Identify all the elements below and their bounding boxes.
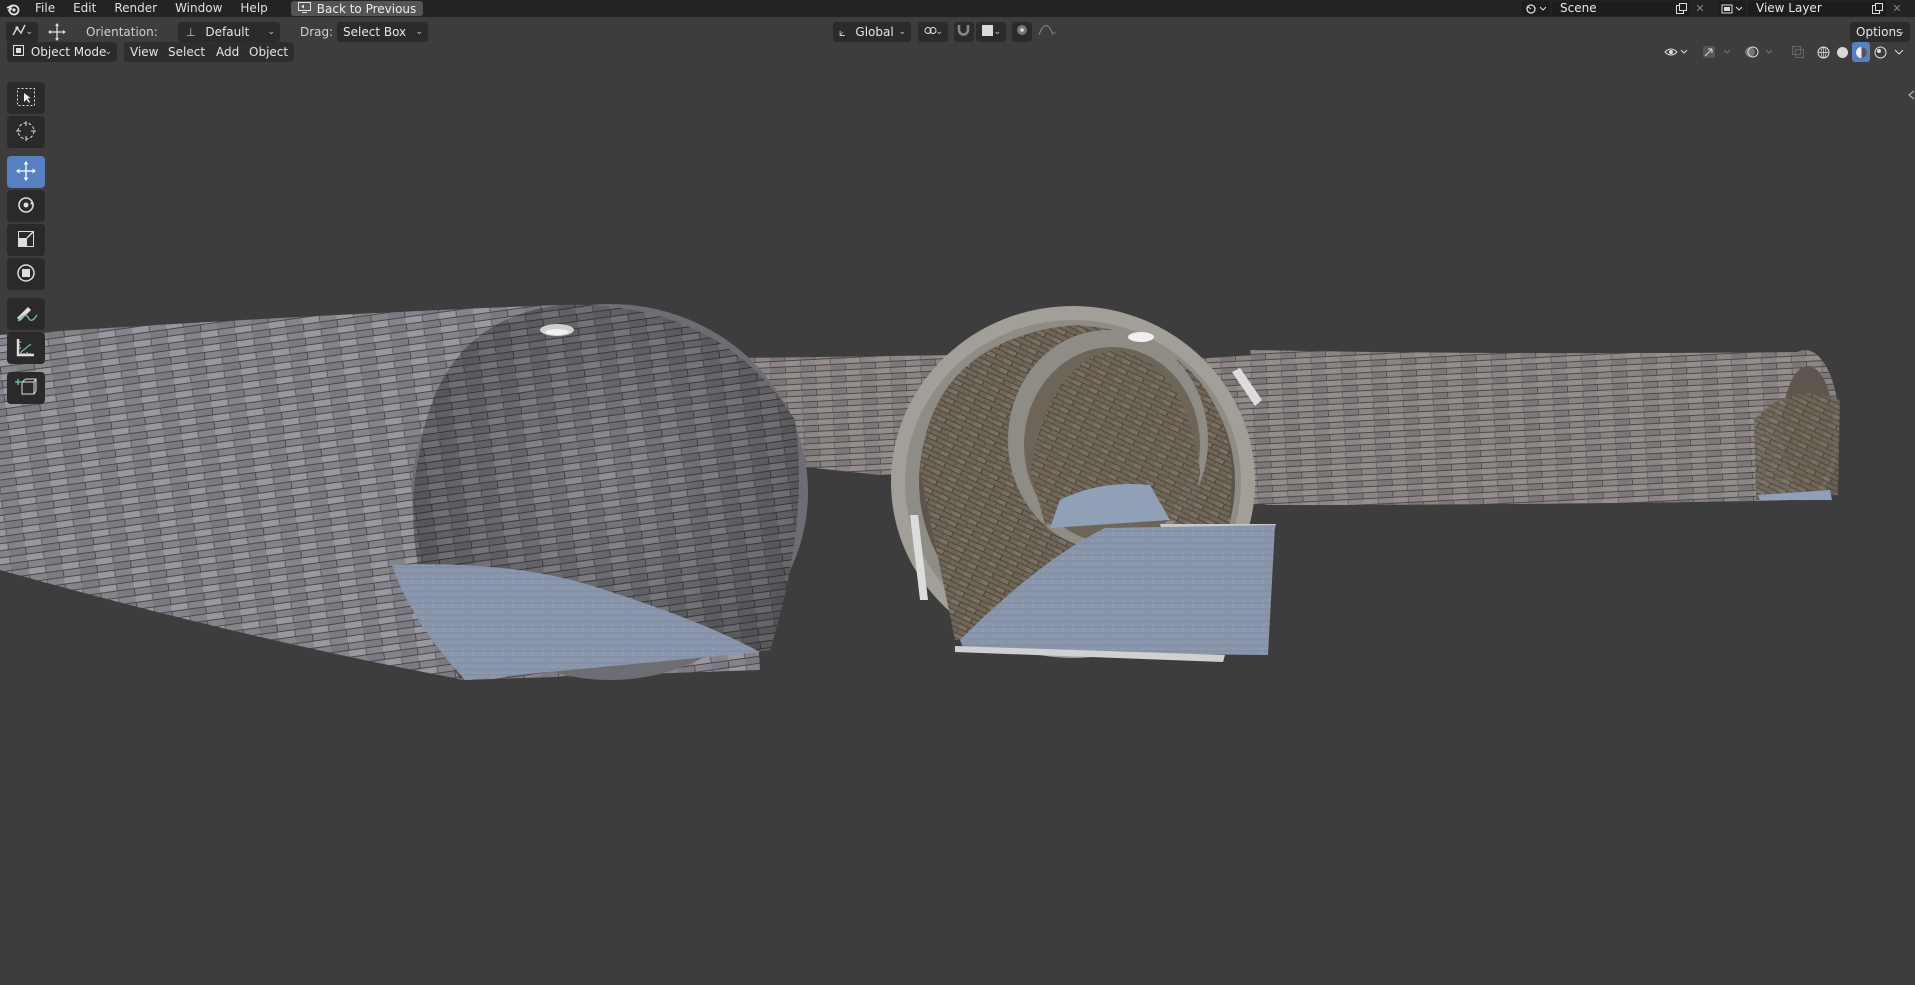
gizmo-icon[interactable] [1700, 42, 1736, 62]
global-axes-icon: ⟀ [839, 26, 846, 39]
select-box-icon [16, 87, 36, 110]
menu-window[interactable]: Window [166, 0, 231, 17]
tool-move[interactable] [7, 156, 45, 188]
drag-label: Drag: [300, 25, 334, 39]
measure-icon [15, 336, 37, 361]
select-menu[interactable]: Select [162, 42, 212, 62]
tool-add-cube[interactable] [7, 372, 45, 404]
sidebar-toggle-icon[interactable] [1906, 88, 1915, 102]
editor-type-dropdown[interactable]: ⌄ [6, 22, 38, 42]
scene-browse-icon[interactable] [1522, 1, 1550, 16]
object-mode-icon [13, 45, 24, 59]
scale-icon [15, 228, 37, 253]
shading-options-chevron-icon[interactable] [1891, 42, 1907, 62]
menu-edit[interactable]: Edit [64, 0, 105, 17]
view3d-icon [12, 24, 26, 39]
move-tool-icon[interactable] [46, 22, 68, 42]
annotate-icon [14, 303, 38, 326]
orientation-axes-icon: ⊥ [186, 26, 196, 39]
orientation-value: Default [205, 25, 250, 39]
proportional-editing-icon [1016, 25, 1028, 39]
tool-rotate[interactable] [7, 190, 45, 222]
menu-render[interactable]: Render [105, 0, 166, 17]
move-icon [15, 160, 37, 185]
drag-value: Select Box [343, 25, 407, 39]
proportional-falloff-dropdown[interactable]: ⌄ [1033, 22, 1063, 42]
drag-dropdown[interactable]: Select Box ⌄ [337, 22, 428, 42]
blender-logo-icon[interactable] [0, 0, 26, 17]
transform-orientation-value: Global [855, 25, 894, 39]
viewport-headers: ⌄ Orientation: ⊥ Default ⌄ Drag: Select … [0, 17, 1915, 71]
tunnel-right-body [1250, 350, 1812, 505]
scene-close-icon[interactable]: ✕ [1691, 1, 1709, 16]
view-layer-close-icon[interactable]: ✕ [1888, 1, 1906, 16]
wireframe-shading-icon[interactable] [1814, 42, 1832, 62]
view-layer-duplicate-icon[interactable] [1868, 1, 1886, 16]
tool-cursor[interactable] [7, 116, 45, 148]
tool-measure[interactable] [7, 332, 45, 364]
pivot-point-dropdown[interactable]: ⌄ [918, 22, 948, 42]
menu-help[interactable]: Help [231, 0, 276, 17]
material-preview-shading-icon[interactable] [1852, 42, 1870, 62]
transform-icon [15, 262, 37, 287]
snap-increment-icon [982, 25, 993, 39]
view-layer-browse-icon[interactable] [1718, 1, 1746, 16]
proportional-editing-toggle[interactable] [1012, 22, 1032, 42]
snap-target-dropdown[interactable]: ⌄ [976, 22, 1006, 42]
scene-duplicate-icon[interactable] [1672, 1, 1690, 16]
xray-toggle-icon[interactable] [1788, 42, 1808, 62]
monitor-icon [297, 1, 311, 16]
cursor-icon [15, 120, 37, 145]
tool-select-box[interactable] [7, 82, 45, 114]
add-cube-icon [15, 376, 37, 401]
add-menu[interactable]: Add [210, 42, 246, 62]
view-menu[interactable]: View [124, 42, 165, 62]
mode-dropdown[interactable]: Object Mode ⌄ [7, 42, 117, 62]
rotate-icon [15, 194, 37, 219]
options-label: Options [1856, 25, 1903, 39]
tool-scale[interactable] [7, 224, 45, 256]
solid-shading-icon[interactable] [1833, 42, 1851, 62]
view-layer-name-field[interactable]: View Layer [1748, 1, 1868, 16]
back-to-previous-label: Back to Previous [316, 1, 417, 16]
overlays-icon[interactable] [1742, 42, 1778, 62]
menu-file[interactable]: File [26, 0, 64, 17]
orientation-label: Orientation: [86, 25, 158, 39]
mode-value: Object Mode [30, 45, 107, 59]
orientation-dropdown[interactable]: ⊥ Default ⌄ [178, 22, 280, 42]
object-menu[interactable]: Object [243, 42, 295, 62]
visibility-eye-icon[interactable] [1662, 42, 1690, 62]
transform-orientation-dropdown[interactable]: ⟀ Global ⌄ [833, 22, 911, 42]
magnet-icon [957, 25, 970, 39]
tool-annotate[interactable] [7, 298, 45, 330]
options-dropdown[interactable]: Options ⌄ [1850, 22, 1910, 42]
scene-name-field[interactable]: Scene [1552, 1, 1672, 16]
back-to-previous-button[interactable]: Back to Previous [290, 1, 424, 16]
snapping-toggle[interactable] [954, 22, 974, 42]
rendered-shading-icon[interactable] [1871, 42, 1889, 62]
3d-viewport[interactable] [0, 71, 1915, 985]
tool-transform[interactable] [7, 258, 45, 290]
